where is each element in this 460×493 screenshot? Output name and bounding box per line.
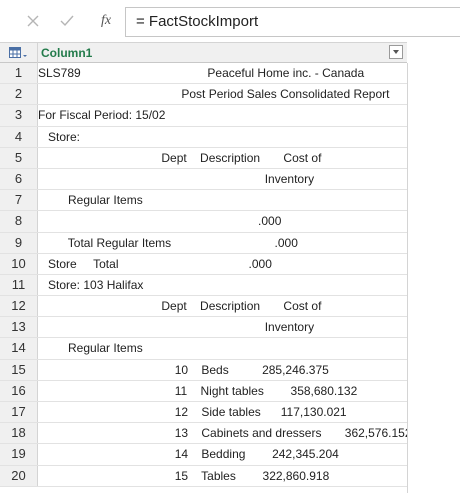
- formula-bar: fx = FactStockImport: [0, 0, 460, 42]
- chevron-down-icon: [393, 50, 399, 54]
- table-row[interactable]: 19 14 Bedding 242,345.204: [0, 444, 407, 466]
- column-header-label[interactable]: Column1: [41, 43, 92, 63]
- table-row[interactable]: 17 12 Side tables 117,130.021: [0, 402, 407, 424]
- table-cell[interactable]: Store: 103 Halifax: [38, 275, 407, 295]
- column-filter-button[interactable]: [389, 45, 403, 59]
- close-icon: [27, 15, 39, 27]
- table-cell[interactable]: 13 Cabinets and dressers 362,576.152: [38, 423, 407, 443]
- table-row[interactable]: 11 Store: 103 Halifax: [0, 274, 407, 297]
- column-right-border: [407, 63, 408, 493]
- table-cell[interactable]: Inventory: [38, 317, 407, 337]
- check-icon: [60, 15, 74, 27]
- table-cell[interactable]: Post Period Sales Consolidated Report: [38, 84, 407, 104]
- table-cell[interactable]: 15 Tables 322,860.918: [38, 466, 407, 486]
- table-row[interactable]: 16 11 Night tables 358,680.132: [0, 380, 407, 402]
- cancel-formula-button[interactable]: [22, 9, 44, 33]
- table-row[interactable]: 18 13 Cabinets and dressers 362,576.152: [0, 423, 407, 445]
- table-cell[interactable]: Store:: [38, 127, 407, 147]
- table-menu-button[interactable]: [0, 43, 38, 63]
- table-cell[interactable]: Inventory: [38, 169, 407, 189]
- table-cell[interactable]: 12 Side tables 117,130.021: [38, 402, 407, 422]
- table-row[interactable]: 3 For Fiscal Period: 15/02: [0, 105, 407, 127]
- table-cell[interactable]: For Fiscal Period: 15/02: [38, 105, 407, 125]
- table-row[interactable]: 6 Inventory: [0, 168, 407, 191]
- table-row[interactable]: 1SLS789 Peaceful Home inc. - Canada Time…: [0, 63, 407, 85]
- row-number[interactable]: 9: [0, 232, 38, 253]
- row-number[interactable]: 2: [0, 84, 38, 105]
- row-number[interactable]: 15: [0, 359, 38, 380]
- table-row[interactable]: 2 Post Period Sales Consolidated Report: [0, 84, 407, 106]
- table-cell[interactable]: Regular Items: [38, 190, 407, 210]
- table-row[interactable]: 4 Store:: [0, 126, 407, 148]
- table-cell[interactable]: .000: [38, 211, 407, 231]
- table-cell[interactable]: Dept Description Cost of: [38, 148, 407, 168]
- row-number[interactable]: 20: [0, 465, 38, 486]
- row-number[interactable]: 13: [0, 317, 38, 338]
- table-row[interactable]: 12 Dept Description Cost of: [0, 296, 407, 318]
- table-row[interactable]: 10 Store Total .000: [0, 253, 407, 275]
- table-row[interactable]: 7 Regular Items: [0, 190, 407, 212]
- row-number[interactable]: 12: [0, 296, 38, 317]
- row-number[interactable]: 8: [0, 211, 38, 232]
- table-cell[interactable]: 14 Bedding 242,345.204: [38, 444, 407, 464]
- row-number[interactable]: 11: [0, 274, 38, 296]
- row-number[interactable]: 3: [0, 105, 38, 126]
- row-number[interactable]: 1: [0, 63, 38, 84]
- fx-button[interactable]: fx: [95, 9, 117, 33]
- row-number[interactable]: 6: [0, 168, 38, 190]
- table-rows: 1SLS789 Peaceful Home inc. - Canada Time…: [0, 63, 407, 487]
- table-cell[interactable]: Total Regular Items .000: [38, 233, 407, 253]
- formula-input[interactable]: = FactStockImport: [125, 7, 460, 37]
- row-number[interactable]: 16: [0, 380, 38, 401]
- table-cell[interactable]: 11 Night tables 358,680.132: [38, 381, 407, 401]
- row-number[interactable]: 18: [0, 423, 38, 444]
- table-row[interactable]: 14 Regular Items: [0, 338, 407, 360]
- row-number[interactable]: 4: [0, 126, 38, 147]
- table-icon: [9, 47, 27, 58]
- row-number[interactable]: 7: [0, 190, 38, 211]
- table-cell[interactable]: Dept Description Cost of: [38, 296, 407, 316]
- row-number[interactable]: 14: [0, 338, 38, 359]
- table-row[interactable]: 5 Dept Description Cost of: [0, 147, 407, 169]
- table-cell[interactable]: Store Total .000: [38, 254, 407, 274]
- confirm-formula-button[interactable]: [56, 9, 78, 33]
- table-row[interactable]: 20 15 Tables 322,860.918: [0, 465, 407, 487]
- table-cell[interactable]: Regular Items: [38, 338, 407, 358]
- row-number[interactable]: 10: [0, 253, 38, 274]
- row-number[interactable]: 5: [0, 147, 38, 168]
- row-number[interactable]: 19: [0, 444, 38, 465]
- row-number[interactable]: 17: [0, 402, 38, 423]
- table-row[interactable]: 8 .000: [0, 211, 407, 233]
- table-row[interactable]: 15 10 Beds 285,246.375: [0, 359, 407, 381]
- column-header-row: Column1: [0, 42, 407, 63]
- table-cell[interactable]: SLS789 Peaceful Home inc. - Canada Time-: [38, 63, 407, 83]
- table-row[interactable]: 13 Inventory: [0, 317, 407, 339]
- table-cell[interactable]: 10 Beds 285,246.375: [38, 360, 407, 380]
- table-row[interactable]: 9 Total Regular Items .000: [0, 232, 407, 254]
